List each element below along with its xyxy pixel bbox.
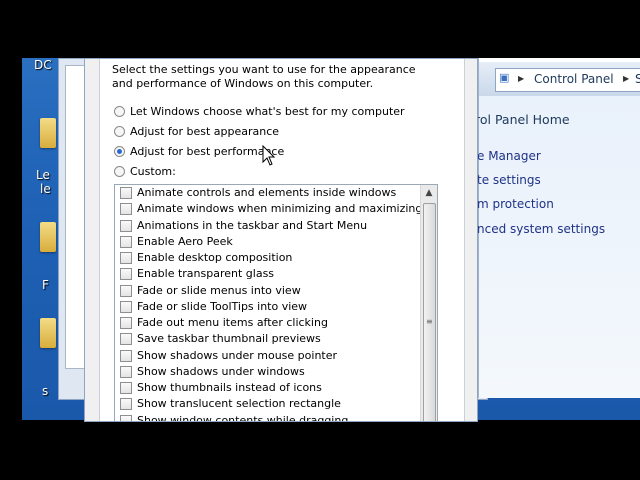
effect-label: Show translucent selection rectangle: [137, 397, 341, 411]
list-scrollbar[interactable]: ▲ ≡: [420, 185, 437, 421]
dialog-description: Select the settings you want to use for …: [112, 63, 416, 90]
folder-icon[interactable]: [40, 118, 56, 148]
effect-label: Animate controls and elements inside win…: [137, 186, 397, 199]
checkbox[interactable]: [120, 414, 132, 421]
radio-button-selected[interactable]: [114, 146, 125, 157]
checkbox[interactable]: [120, 268, 132, 281]
desktop-label[interactable]: DC: [34, 58, 52, 72]
remote-settings-link[interactable]: te settings: [477, 173, 541, 187]
checkbox[interactable]: [120, 349, 132, 362]
checkbox[interactable]: [120, 333, 132, 346]
checkbox[interactable]: [120, 365, 132, 378]
desktop-label[interactable]: F: [42, 278, 49, 292]
advanced-system-settings-link[interactable]: nced system settings: [477, 222, 605, 236]
effect-label: Animate windows when minimizing and maxi…: [137, 202, 423, 216]
effect-row[interactable]: Fade or slide ToolTips into view: [115, 299, 420, 315]
folder-icon[interactable]: [40, 222, 56, 252]
performance-options-dialog: Select the settings you want to use for …: [84, 58, 478, 422]
effect-label: Enable transparent glass: [137, 267, 275, 281]
effect-label: Save taskbar thumbnail previews: [137, 332, 321, 346]
address-toolbar: ▣ ▶ Control Panel ▶ Sy: [479, 62, 640, 97]
effect-label: Fade or slide ToolTips into view: [137, 299, 308, 313]
scrollbar-thumb[interactable]: ≡: [423, 203, 436, 421]
breadcrumb-arrow-icon: ▶: [518, 74, 525, 83]
checkbox[interactable]: [120, 382, 132, 394]
desktop-label[interactable]: s: [42, 384, 48, 398]
grip-icon: ≡: [426, 317, 433, 326]
checkbox[interactable]: [120, 300, 132, 313]
effect-row[interactable]: Fade or slide menus into view: [115, 283, 420, 299]
effect-label: Show thumbnails instead of icons: [137, 381, 322, 394]
desktop-label[interactable]: le: [40, 182, 51, 196]
effect-row[interactable]: Animations in the taskbar and Start Menu: [115, 218, 420, 234]
mouse-cursor-icon: [262, 145, 276, 166]
checkbox[interactable]: [120, 203, 132, 216]
desktop-label[interactable]: Le: [36, 168, 50, 182]
control-panel-sidebar: rol Panel Home e Manager te settings m p…: [475, 96, 640, 398]
breadcrumb-arrow-icon: ▶: [623, 74, 630, 83]
effect-row[interactable]: Animate controls and elements inside win…: [115, 185, 420, 201]
checkbox[interactable]: [120, 219, 132, 232]
radio-button[interactable]: [114, 106, 125, 117]
effect-label: Show shadows under windows: [137, 364, 305, 378]
effect-row[interactable]: Enable transparent glass: [115, 266, 420, 282]
checkbox[interactable]: [120, 398, 132, 411]
breadcrumb-control-panel[interactable]: Control Panel: [534, 72, 614, 86]
system-protection-link[interactable]: m protection: [477, 197, 554, 211]
computer-icon: ▣: [499, 71, 510, 84]
checkbox[interactable]: [120, 187, 132, 199]
checkbox[interactable]: [120, 284, 132, 297]
effect-label: Show shadows under mouse pointer: [137, 348, 338, 362]
radio-label: Adjust for best appearance: [130, 125, 280, 138]
control-panel-window: ▣ ▶ Control Panel ▶ Sy rol Panel Home e …: [475, 58, 640, 398]
breadcrumb-system[interactable]: Sy: [635, 72, 640, 86]
effect-row[interactable]: Show shadows under windows: [115, 364, 420, 380]
effects-rows: Animate controls and elements inside win…: [115, 185, 423, 422]
effect-label: Fade out menu items after clicking: [137, 316, 328, 329]
effect-row[interactable]: Show thumbnails instead of icons: [115, 380, 420, 396]
effect-label: Fade or slide menus into view: [137, 283, 301, 297]
address-bar[interactable]: ▣ ▶ Control Panel ▶ Sy: [495, 68, 640, 92]
radio-label: Custom:: [130, 165, 176, 178]
effect-row[interactable]: Animate windows when minimizing and maxi…: [115, 201, 423, 217]
effect-row[interactable]: Enable Aero Peek: [115, 234, 420, 250]
effect-label: Enable Aero Peek: [137, 234, 233, 248]
effect-row[interactable]: Fade out menu items after clicking: [115, 315, 420, 331]
effect-row[interactable]: Show translucent selection rectangle: [115, 396, 420, 412]
checkbox[interactable]: [120, 252, 132, 264]
checkbox[interactable]: [120, 235, 132, 248]
device-manager-link[interactable]: e Manager: [477, 149, 541, 163]
control-panel-home-link[interactable]: rol Panel Home: [475, 112, 570, 127]
visual-effects-list[interactable]: Animate controls and elements inside win…: [114, 184, 438, 422]
effect-row[interactable]: Save taskbar thumbnail previews: [115, 331, 420, 347]
folder-icon[interactable]: [40, 318, 56, 348]
radio-button[interactable]: [114, 166, 125, 177]
visual-effects-tab: Select the settings you want to use for …: [99, 59, 465, 421]
effect-label: Enable desktop composition: [137, 251, 293, 264]
radio-button[interactable]: [114, 126, 125, 137]
effect-label: Animations in the taskbar and Start Menu: [137, 218, 368, 232]
effect-row[interactable]: Show shadows under mouse pointer: [115, 348, 420, 364]
radio-label: Let Windows choose what's best for my co…: [130, 105, 405, 118]
scroll-up-arrow-icon[interactable]: ▲: [421, 185, 437, 201]
checkbox[interactable]: [120, 317, 132, 329]
effect-row[interactable]: Show window contents while dragging: [115, 413, 420, 422]
effect-row[interactable]: Enable desktop composition: [115, 250, 420, 266]
effect-label: Show window contents while dragging: [137, 413, 349, 422]
